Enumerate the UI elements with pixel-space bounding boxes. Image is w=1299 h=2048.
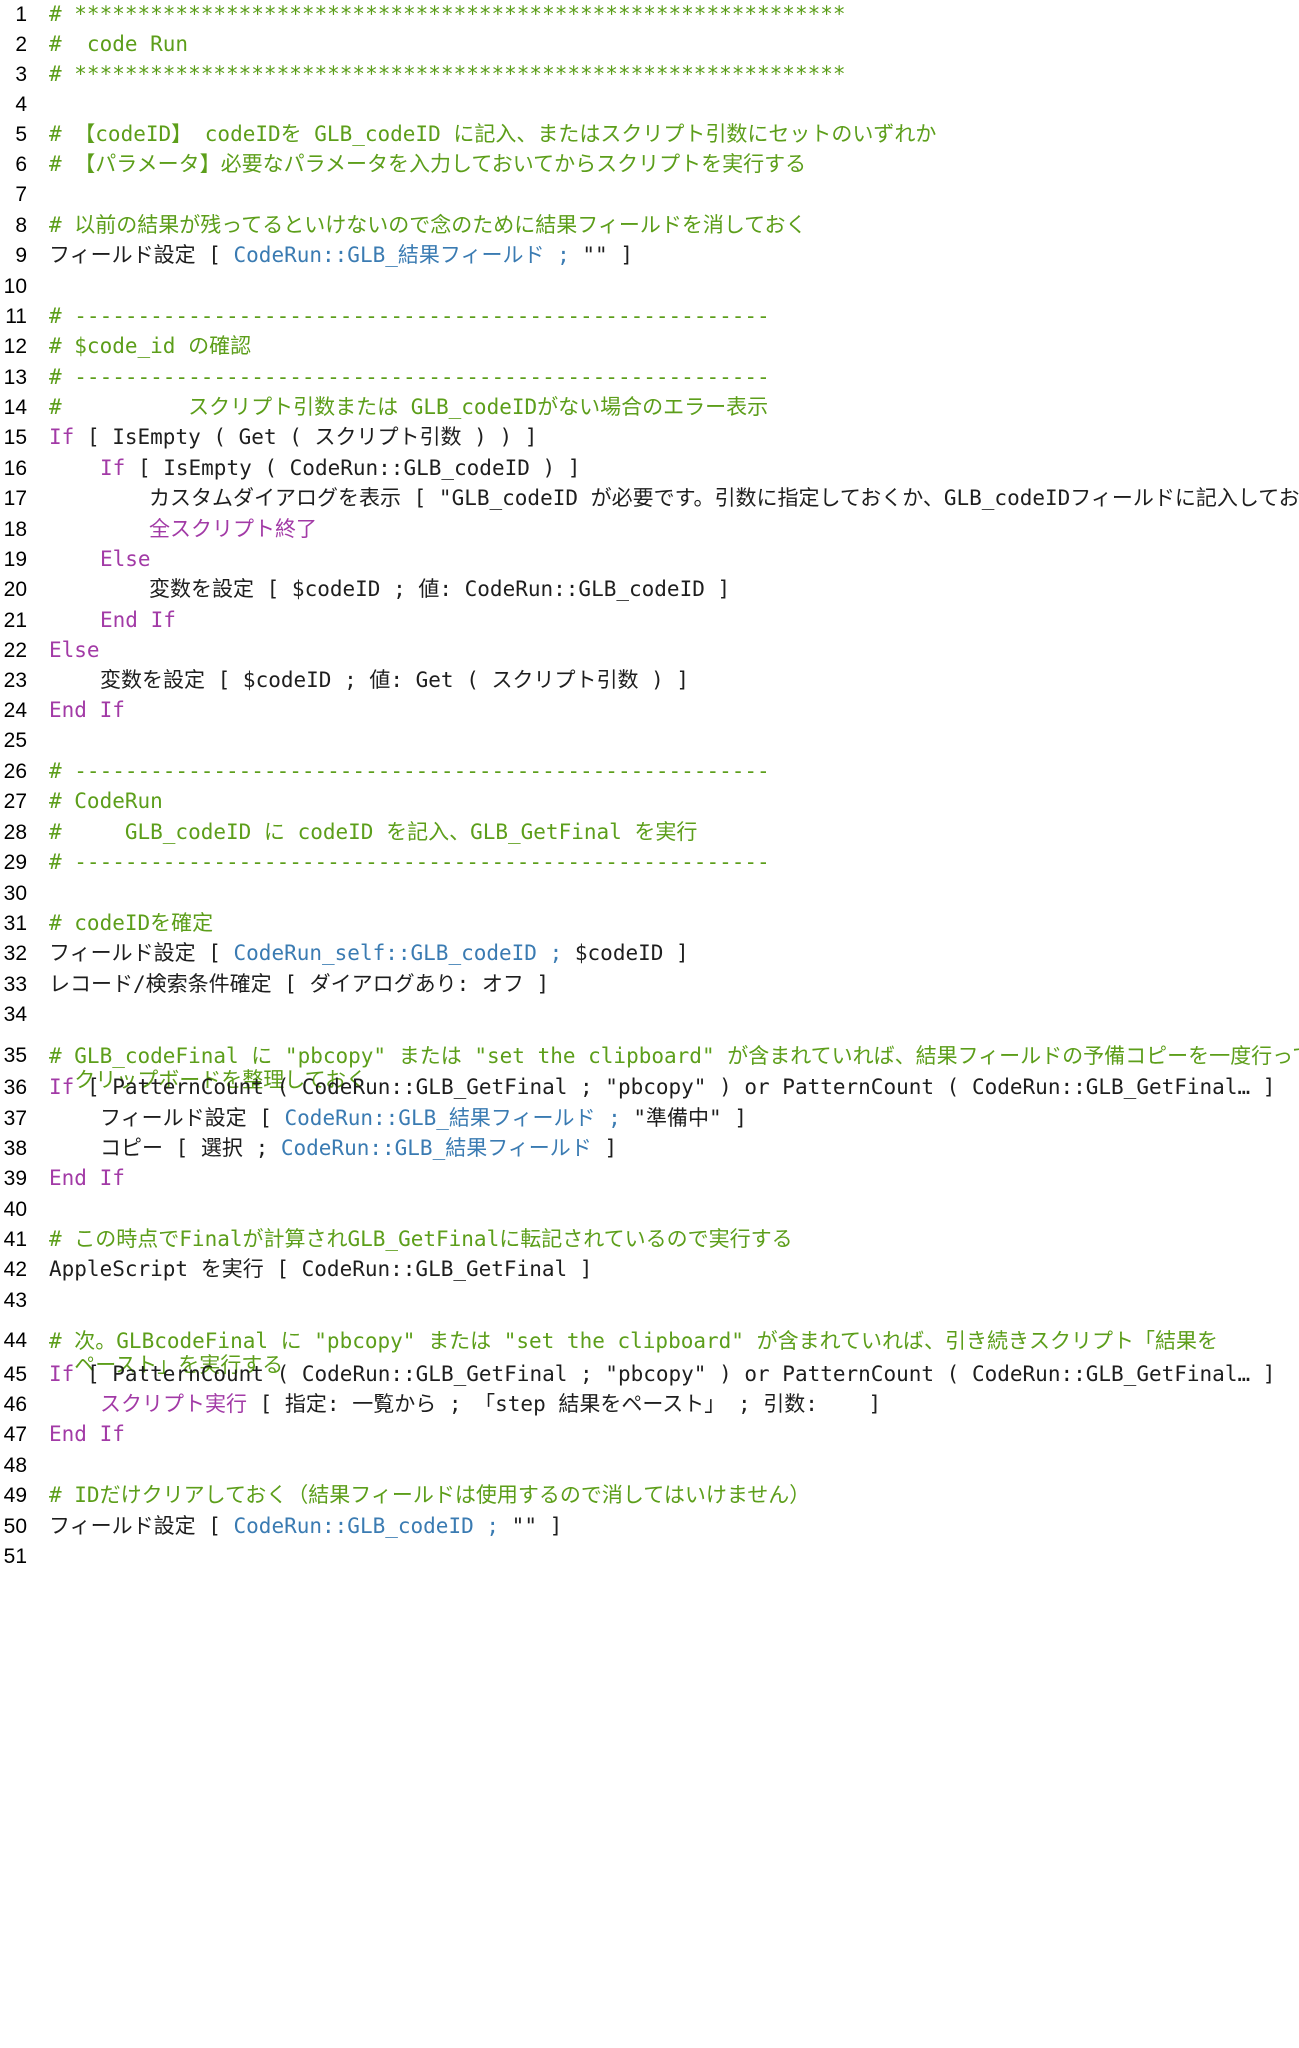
comment-text: # code Run: [49, 32, 189, 57]
keyword-text: End If: [49, 1166, 125, 1191]
comment-text: # codeIDを確定: [49, 911, 214, 936]
line-number: 51: [3, 1545, 27, 1569]
step-text: コピー [ 選択 ;: [100, 1136, 281, 1161]
line-number: 35: [3, 1044, 27, 1068]
comment-text: # $code_id の確認: [49, 334, 252, 359]
script-line[interactable]: 43: [0, 1281, 1299, 1321]
step-text: 変数を設定 [ $codeID ; 値: Get ( スクリプト引数 ) ]: [100, 668, 690, 693]
comment-text: # **************************************…: [49, 2, 846, 27]
comment-text: # --------------------------------------…: [49, 365, 770, 390]
step-text: フィールド設定 [: [49, 941, 234, 966]
field-reference: CodeRun::GLB_結果フィールド ;: [284, 1106, 634, 1131]
field-reference: CodeRun::GLB_結果フィールド ;: [233, 243, 583, 268]
script-editor[interactable]: 1 # *************************************…: [0, 0, 1299, 2048]
keyword-text: If: [49, 1075, 75, 1100]
field-reference: CodeRun::GLB_codeID ;: [233, 1514, 512, 1539]
step-text: [ IsEmpty ( CodeRun::GLB_codeID ) ]: [125, 456, 581, 481]
step-text: カスタムダイアログを表示 [ "GLB_codeID が必要です。引数に指定して…: [149, 486, 1299, 511]
keyword-text: End If: [49, 698, 125, 723]
field-reference: CodeRun::GLB_結果フィールド: [280, 1136, 605, 1161]
step-text: $codeID ]: [574, 941, 689, 966]
comment-text: # --------------------------------------…: [49, 304, 770, 329]
line-number: 43: [3, 1289, 27, 1313]
step-text: 変数を設定 [ $codeID ; 値: CodeRun::GLB_codeID…: [149, 577, 731, 602]
keyword-text: End If: [100, 608, 176, 633]
keyword-text: If: [100, 456, 126, 481]
step-text: レコード/検索条件確定 [ ダイアログあり: オフ ]: [49, 972, 550, 997]
comment-text: # この時点でFinalが計算されGLB_GetFinalに転記されているので実…: [49, 1227, 793, 1252]
step-text: [ 指定: 一覧から ; 「step 結果をペースト」 ; 引数: ]: [247, 1392, 882, 1417]
keyword-text: 全スクリプト終了: [149, 517, 317, 542]
step-text: フィールド設定 [: [49, 243, 234, 268]
step-text: "" ]: [511, 1514, 563, 1539]
comment-text: # 以前の結果が残ってるといけないので念のために結果フィールドを消しておく: [49, 213, 807, 238]
keyword-text: Else: [100, 547, 151, 572]
step-text: フィールド設定 [: [49, 1514, 234, 1539]
keyword-text: If: [49, 1362, 75, 1387]
step-text: ]: [604, 1136, 618, 1161]
keyword-text: Else: [49, 638, 100, 663]
keyword-text: End If: [49, 1422, 125, 1447]
step-text: "" ]: [582, 243, 633, 268]
keyword-text: スクリプト実行: [100, 1392, 247, 1417]
step-text: [ PatternCount ( CodeRun::GLB_GetFinal ;…: [74, 1075, 1276, 1100]
script-line[interactable]: 34: [0, 995, 1299, 1035]
comment-text: # --------------------------------------…: [49, 759, 770, 784]
script-line[interactable]: 51: [0, 1537, 1299, 1577]
comment-text: # GLB_codeID に codeID を記入、GLB_GetFinal を…: [49, 820, 698, 845]
comment-text: # 【codeID】 codeIDを GLB_codeID に記入、またはスクリ…: [49, 122, 937, 147]
comment-text: # スクリプト引数または GLB_codeIDがない場合のエラー表示: [49, 395, 769, 420]
step-text: "準備中" ]: [633, 1106, 747, 1131]
comment-text: # IDだけクリアしておく（結果フィールドは使用するので消してはいけません）: [49, 1483, 811, 1508]
line-number: 44: [3, 1329, 27, 1353]
step-text: AppleScript を実行 [ CodeRun::GLB_GetFinal …: [49, 1257, 593, 1282]
keyword-text: If: [49, 425, 75, 450]
step-text: [ IsEmpty ( Get ( スクリプト引数 ) ) ]: [74, 425, 538, 450]
comment-text: # **************************************…: [49, 62, 846, 87]
step-text: [ PatternCount ( CodeRun::GLB_GetFinal ;…: [74, 1362, 1276, 1387]
comment-text: # CodeRun: [49, 789, 163, 814]
comment-text: # 【パラメータ】必要なパラメータを入力しておいてからスクリプトを実行する: [49, 152, 807, 177]
line-number: 34: [3, 1003, 27, 1027]
comment-text: # --------------------------------------…: [49, 850, 770, 875]
step-text: フィールド設定 [: [100, 1106, 285, 1131]
field-reference: CodeRun_self::GLB_codeID ;: [233, 941, 575, 966]
